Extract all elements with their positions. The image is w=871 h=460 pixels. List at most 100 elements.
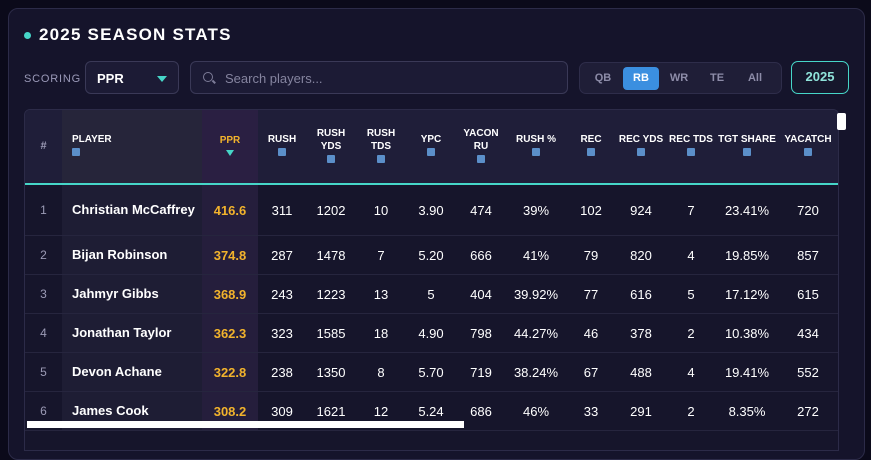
cell-player[interactable]: Christian McCaffrey — [62, 184, 202, 236]
column-header-rush[interactable]: RUSH — [258, 110, 306, 185]
column-header-label: YACATCH — [784, 134, 832, 145]
cell-ypc: 5 — [406, 274, 456, 314]
season-button[interactable]: 2025 — [791, 61, 849, 94]
position-tab-qb[interactable]: QB — [585, 67, 621, 90]
cell-rec: 79 — [566, 235, 616, 275]
cell-rush: 311 — [258, 184, 306, 236]
scoring-value: PPR — [97, 71, 124, 86]
cell-ppr: 362.3 — [202, 313, 258, 353]
column-header-label: REC — [580, 134, 602, 145]
cell-ppr: 374.8 — [202, 235, 258, 275]
cell-rec-tds: 2 — [666, 391, 716, 431]
column-header-label: RUSH — [267, 134, 297, 145]
cell-player[interactable]: Jonathan Taylor — [62, 313, 202, 353]
column-header-yacatch[interactable]: YACATCH — [778, 110, 838, 185]
column-header-rec-yds[interactable]: REC YDS — [616, 110, 666, 185]
table-row[interactable]: 4 Jonathan Taylor 362.3 323 1585 18 4.90 798 44.… — [25, 313, 838, 353]
sort-icon — [427, 148, 435, 156]
cell-player[interactable]: Devon Achane — [62, 352, 202, 392]
cell-tgt-share: 8.35% — [716, 391, 778, 431]
cell-rush-yds: 1585 — [306, 313, 356, 353]
cell-yacon-ru: 474 — [456, 184, 506, 236]
column-header-rush-yds[interactable]: RUSH YDS — [306, 110, 356, 185]
column-header-label: RUSH YDS — [316, 127, 346, 152]
cell-yacatch: 552 — [778, 352, 838, 392]
cell-rush: 243 — [258, 274, 306, 314]
cell-rush-yds: 1478 — [306, 235, 356, 275]
cell-rush-yds: 1223 — [306, 274, 356, 314]
cell-rank: 1 — [25, 184, 62, 236]
column-header-label: RUSH % — [515, 134, 556, 145]
sort-icon — [532, 148, 540, 156]
cell-tgt-share: 17.12% — [716, 274, 778, 314]
cell-rec-tds: 2 — [666, 313, 716, 353]
cell-rec-yds: 616 — [616, 274, 666, 314]
cell-player[interactable]: Bijan Robinson — [62, 235, 202, 275]
column-header-player[interactable]: PLAYER — [62, 110, 202, 185]
position-tab-all[interactable]: All — [737, 67, 773, 90]
chevron-down-icon — [157, 76, 167, 82]
column-header-yacon-ru[interactable]: YACON RU — [456, 110, 506, 185]
cell-rush-tds: 8 — [356, 352, 406, 392]
cell-ppr: 416.6 — [202, 184, 258, 236]
cell-rush: 323 — [258, 313, 306, 353]
cell-rush-yds: 1350 — [306, 352, 356, 392]
position-tab-rb[interactable]: RB — [623, 66, 659, 90]
column-header-label: PPR — [219, 134, 241, 146]
column-header-rank[interactable]: # — [25, 110, 62, 185]
horizontal-scrollbar[interactable] — [27, 421, 464, 428]
table-row[interactable]: 2 Bijan Robinson 374.8 287 1478 7 5.20 666 41% 79… — [25, 235, 838, 275]
scoring-select[interactable]: PPR — [85, 61, 179, 94]
cell-tgt-share: 10.38% — [716, 313, 778, 353]
position-filter: QB RB WR TE All — [579, 62, 782, 94]
table-row[interactable]: 5 Devon Achane 322.8 238 1350 8 5.70 719 38.24% 6… — [25, 352, 838, 392]
cell-player[interactable]: Jahmyr Gibbs — [62, 274, 202, 314]
position-tab-wr[interactable]: WR — [661, 67, 697, 90]
cell-rec-yds: 488 — [616, 352, 666, 392]
cell-rank: 4 — [25, 313, 62, 353]
table-row[interactable]: 3 Jahmyr Gibbs 368.9 243 1223 13 5 404 39.92% 77 6… — [25, 274, 838, 314]
column-header-rec-tds[interactable]: REC TDS — [666, 110, 716, 185]
column-header-tgt-share[interactable]: TGT SHARE — [716, 110, 778, 185]
position-tab-te[interactable]: TE — [699, 67, 735, 90]
column-header-ppr[interactable]: PPR — [202, 110, 258, 185]
cell-rec-yds: 378 — [616, 313, 666, 353]
column-header-label: # — [40, 140, 47, 152]
vertical-scrollbar[interactable] — [837, 113, 846, 130]
column-header-label: PLAYER — [72, 134, 112, 145]
column-header-label: RUSH TDS — [366, 127, 396, 152]
column-header-label: REC TDS — [669, 134, 713, 145]
cell-rank: 5 — [25, 352, 62, 392]
page-title: 2025 SEASON STATS — [39, 25, 232, 44]
cell-rec-tds: 7 — [666, 184, 716, 236]
sort-icon — [687, 148, 695, 156]
table-row[interactable]: 1 Christian McCaffrey 416.6 311 1202 10 3.90 47… — [25, 184, 838, 236]
cell-rush-pct: 44.27% — [506, 313, 566, 353]
sort-icon — [743, 148, 751, 156]
stats-table: # PLAYER PPR RUSH RUSH YDS RUSH TDS YPC YACON R… — [25, 110, 838, 431]
cell-rush-yds: 1202 — [306, 184, 356, 236]
header: 2025 SEASON STATS — [24, 25, 232, 45]
sort-desc-icon — [226, 149, 234, 156]
cell-yacon-ru: 404 — [456, 274, 506, 314]
cell-rush: 287 — [258, 235, 306, 275]
cell-rank: 2 — [25, 235, 62, 275]
cell-rush-pct: 38.24% — [506, 352, 566, 392]
search-input[interactable] — [223, 62, 557, 95]
column-header-label: TGT SHARE — [718, 134, 776, 145]
cell-rec-tds: 4 — [666, 352, 716, 392]
cell-rec: 46 — [566, 313, 616, 353]
column-header-rush-pct[interactable]: RUSH % — [506, 110, 566, 185]
column-header-ypc[interactable]: YPC — [406, 110, 456, 185]
cell-ppr: 322.8 — [202, 352, 258, 392]
cell-rush: 238 — [258, 352, 306, 392]
cell-rush-pct: 46% — [506, 391, 566, 431]
column-header-label: YPC — [420, 134, 442, 145]
column-header-rec[interactable]: REC — [566, 110, 616, 185]
cell-rec-yds: 291 — [616, 391, 666, 431]
search-box[interactable] — [190, 61, 568, 95]
cell-yacatch: 720 — [778, 184, 838, 236]
column-header-rush-tds[interactable]: RUSH TDS — [356, 110, 406, 185]
sort-icon — [278, 148, 286, 156]
cell-yacon-ru: 666 — [456, 235, 506, 275]
